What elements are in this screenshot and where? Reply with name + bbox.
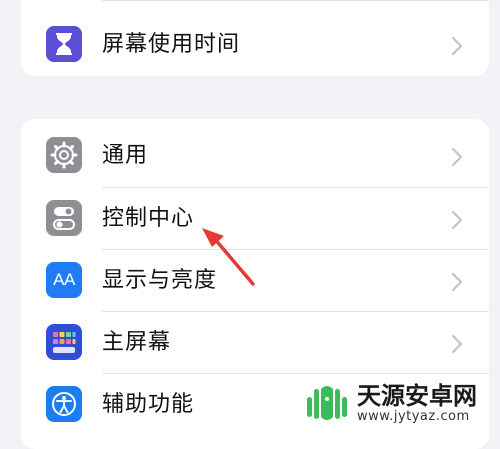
watermark-name: 天源安卓网 bbox=[357, 381, 477, 410]
watermark-url: www.jytyaz.com bbox=[357, 408, 470, 424]
site-watermark: 天源安卓网 www.jytyaz.com bbox=[305, 378, 497, 428]
watermark-logo-icon bbox=[305, 381, 349, 425]
annotation-arrow bbox=[202, 228, 255, 286]
